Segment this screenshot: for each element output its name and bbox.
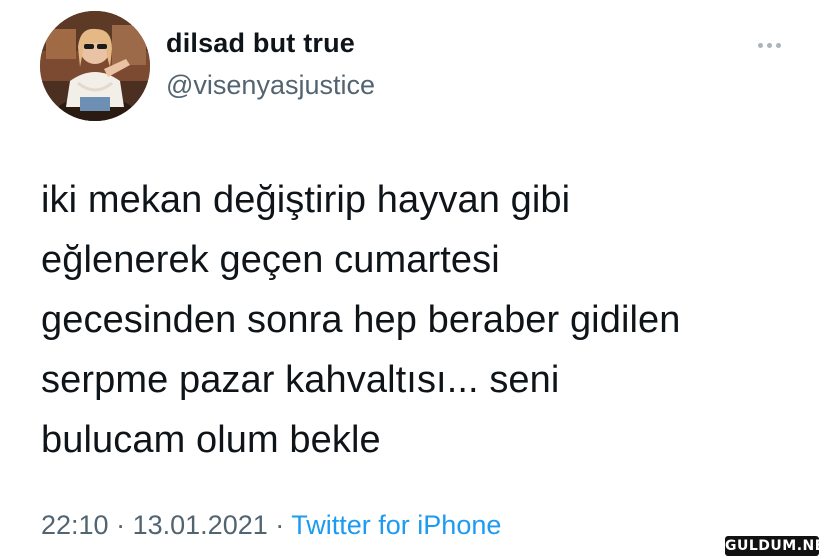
tweet-text: iki mekan değiştirip hayvan gibi eğlener… [41, 170, 781, 470]
user-handle[interactable]: @visenyasjustice [166, 70, 375, 101]
display-name[interactable]: dilsad but true [166, 28, 355, 59]
more-horizontal-icon [757, 42, 781, 48]
tweet-text-line: gecesinden sonra hep beraber gidilen [41, 299, 681, 341]
tweet-text-line: serpme pazar kahvaltısı... seni [41, 359, 560, 401]
separator: · [275, 510, 285, 540]
avatar-photo [40, 11, 150, 121]
tweet-source-link[interactable]: Twitter for iPhone [291, 510, 501, 540]
separator: · [116, 510, 126, 540]
avatar[interactable] [40, 11, 150, 121]
tweet-text-line: iki mekan değiştirip hayvan gibi [41, 179, 571, 221]
tweet-time[interactable]: 22:10 [41, 510, 109, 540]
watermark-logo: GULDUM.NET [725, 536, 827, 556]
more-options-button[interactable] [752, 32, 786, 58]
tweet-date[interactable]: 13.01.2021 [133, 510, 268, 540]
tweet-metadata: 22:10 · 13.01.2021 · Twitter for iPhone [41, 510, 501, 541]
tweet-text-line: eğlenerek geçen cumartesi [41, 239, 500, 281]
tweet-card: dilsad but true @visenyasjustice iki mek… [0, 0, 827, 559]
tweet-text-line: bulucam olum bekle [41, 419, 381, 461]
